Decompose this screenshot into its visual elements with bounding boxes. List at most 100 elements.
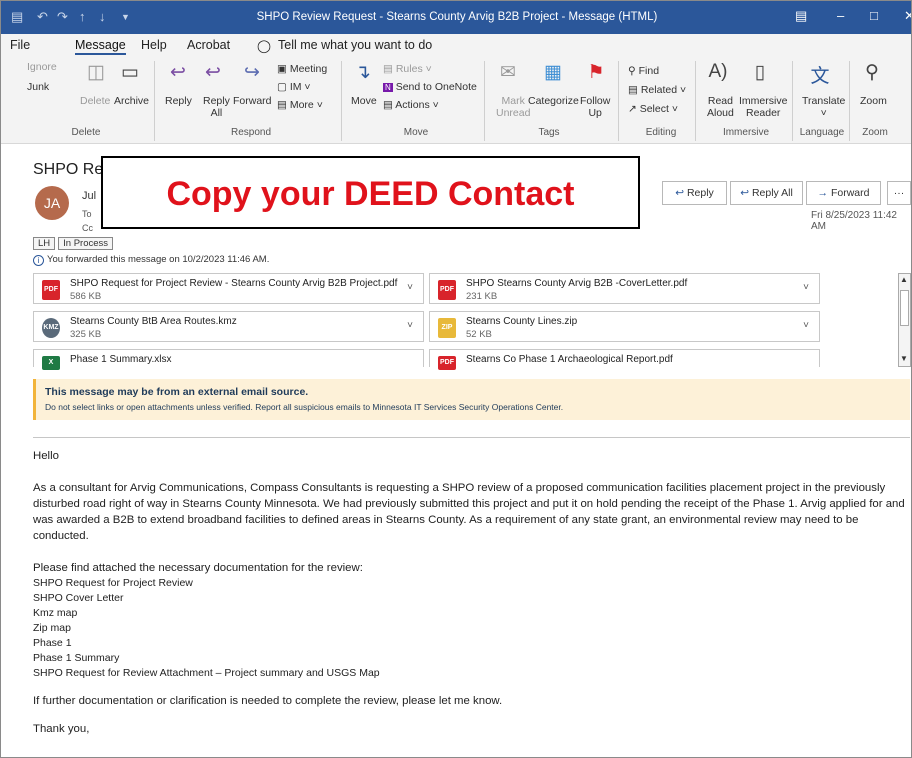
minimize-icon[interactable]: – <box>837 8 844 23</box>
reply-all-icon: ↩ <box>740 187 750 199</box>
to-label: To <box>82 209 92 219</box>
find-button[interactable]: ⚲ Find <box>628 65 659 77</box>
group-zoom: Zoom <box>862 127 888 138</box>
attachment-size: 231 KB <box>466 291 498 302</box>
categorize-button[interactable]: Categorize <box>528 95 579 107</box>
immersive-reader-button[interactable]: Immersive Reader <box>739 95 787 119</box>
move-button[interactable]: Move <box>351 95 377 107</box>
archive-icon: ▭ <box>121 62 139 83</box>
forward-button[interactable]: Forward <box>233 95 272 107</box>
tab-acrobat[interactable]: Acrobat <box>187 38 230 52</box>
ribbon-display-icon[interactable]: ▤ <box>795 8 807 24</box>
list-item: Phase 1 Summary <box>33 652 120 664</box>
more-respond-button[interactable]: ▤ More ˅ <box>277 99 323 111</box>
maximize-icon[interactable]: □ <box>870 8 878 23</box>
translate-button[interactable]: Translate ˅ <box>802 95 845 119</box>
meeting-button[interactable]: ▣ Meeting <box>277 63 327 75</box>
ribbon-divider <box>849 61 850 141</box>
body-paragraph: If further documentation or clarificatio… <box>33 695 503 707</box>
tell-me-search[interactable]: Tell me what you want to do <box>278 38 432 52</box>
zip-folder-icon: ZIP <box>438 318 456 338</box>
read-aloud-icon: A) <box>708 61 728 82</box>
chevron-down-icon[interactable]: ˅ <box>803 320 809 331</box>
rules-button[interactable]: ▤ Rules ˅ <box>383 63 432 75</box>
categorize-icon: ▦ <box>544 62 562 83</box>
attachment-name: Stearns County BtB Area Routes.kmz <box>70 316 237 327</box>
attachment-item[interactable]: X Phase 1 Summary.xlsx <box>33 349 424 370</box>
group-editing: Editing <box>645 127 677 138</box>
external-email-warning: This message may be from an external ema… <box>33 379 910 420</box>
translate-icon: 文 <box>810 66 830 87</box>
pdf-icon: PDF <box>438 280 456 300</box>
attachment-size: 52 KB <box>466 329 492 340</box>
mark-unread-button[interactable]: Mark Unread <box>496 95 530 119</box>
chevron-down-icon[interactable]: ˅ <box>407 282 413 293</box>
message-body: Hello As a consultant for Arvig Communic… <box>33 448 911 737</box>
list-item: Phase 1 <box>33 637 72 649</box>
pdf-icon: PDF <box>438 356 456 370</box>
forward-arrow-icon: → <box>817 187 829 199</box>
warning-body: Do not select links or open attachments … <box>45 402 564 412</box>
follow-up-button[interactable]: Follow Up <box>580 95 610 119</box>
list-item: SHPO Cover Letter <box>33 592 124 604</box>
chevron-down-icon[interactable]: ˅ <box>803 282 809 293</box>
attachment-item[interactable]: PDF SHPO Stearns County Arvig B2B -Cover… <box>429 273 820 304</box>
attachment-size: 586 KB <box>70 291 102 302</box>
chevron-down-icon[interactable]: ˅ <box>407 320 413 331</box>
info-icon: i <box>33 255 44 266</box>
archive-button[interactable]: Archive <box>114 95 149 107</box>
reply-icon: ↩ <box>170 62 186 83</box>
category-tag[interactable]: In Process <box>58 237 114 250</box>
junk-button[interactable]: Junk <box>27 81 49 93</box>
avatar[interactable]: JA <box>35 186 69 220</box>
delete-button[interactable]: Delete <box>80 95 110 107</box>
outlook-message-window: ▤ ↶ ↷ ↑ ↓ ▼ SHPO Review Request - Stearn… <box>0 0 912 758</box>
attachments-scrollbar[interactable]: ▲ ▼ <box>898 273 911 367</box>
select-button[interactable]: ↗ Select ˅ <box>628 103 678 115</box>
warning-title: This message may be from an external ema… <box>45 386 309 398</box>
scroll-up-icon[interactable]: ▲ <box>900 275 908 284</box>
reply-button-header[interactable]: ↩ Reply <box>662 181 727 205</box>
attachment-item[interactable]: PDF SHPO Request for Project Review - St… <box>33 273 424 304</box>
read-aloud-button[interactable]: Read Aloud <box>707 95 734 119</box>
reply-button[interactable]: Reply <box>165 95 192 107</box>
close-icon[interactable]: ✕ <box>904 8 911 24</box>
body-paragraph: As a consultant for Arvig Communications… <box>33 482 905 542</box>
scroll-down-icon[interactable]: ▼ <box>900 354 908 363</box>
category-tags: LH In Process <box>33 237 116 250</box>
related-button[interactable]: ▤ Related ˅ <box>628 84 686 96</box>
immersive-reader-icon: ▯ <box>754 62 766 83</box>
attachment-name: SHPO Request for Project Review - Stearn… <box>70 278 398 289</box>
tab-help[interactable]: Help <box>141 38 167 52</box>
more-actions-button[interactable]: ··· <box>887 181 911 205</box>
closing: Thank you, <box>33 723 90 735</box>
category-tag[interactable]: LH <box>33 237 56 250</box>
scrollbar-thumb[interactable] <box>900 290 909 326</box>
ribbon-divider <box>792 61 793 141</box>
ribbon-tabs: File Message Help Acrobat ◯ Tell me what… <box>1 34 911 57</box>
actions-button[interactable]: ▤ Actions ˅ <box>383 99 439 111</box>
lightbulb-icon: ◯ <box>257 39 271 53</box>
im-button[interactable]: ▢ IM ˅ <box>277 81 311 93</box>
mark-unread-icon: ✉ <box>500 62 516 83</box>
message-subject: SHPO Re <box>33 161 104 178</box>
sender-name[interactable]: Jul <box>82 190 96 202</box>
group-respond: Respond <box>230 127 272 138</box>
reply-all-button[interactable]: Reply All <box>203 95 230 119</box>
zoom-button[interactable]: Zoom <box>860 95 887 107</box>
received-date: Fri 8/25/2023 11:42 AM <box>811 210 897 232</box>
send-to-onenote-button[interactable]: N Send to OneNote <box>383 81 477 94</box>
tab-message[interactable]: Message <box>75 38 126 55</box>
attachment-item[interactable]: ZIP Stearns County Lines.zip 52 KB ˅ <box>429 311 820 342</box>
attachment-item[interactable]: PDF Stearns Co Phase 1 Archaeological Re… <box>429 349 820 370</box>
list-item: SHPO Request for Review Attachment – Pro… <box>33 667 380 679</box>
attachment-item[interactable]: KMZ Stearns County BtB Area Routes.kmz 3… <box>33 311 424 342</box>
list-intro: Please find attached the necessary docum… <box>33 562 363 574</box>
ignore-button[interactable]: Ignore <box>27 61 57 73</box>
forward-button-header[interactable]: → Forward <box>806 181 881 205</box>
annotation-text: Copy your DEED Contact <box>166 175 575 213</box>
reply-all-icon: ↩ <box>205 62 221 83</box>
tab-file[interactable]: File <box>10 38 30 52</box>
ribbon-divider <box>695 61 696 141</box>
reply-all-button-header[interactable]: ↩ Reply All <box>730 181 803 205</box>
